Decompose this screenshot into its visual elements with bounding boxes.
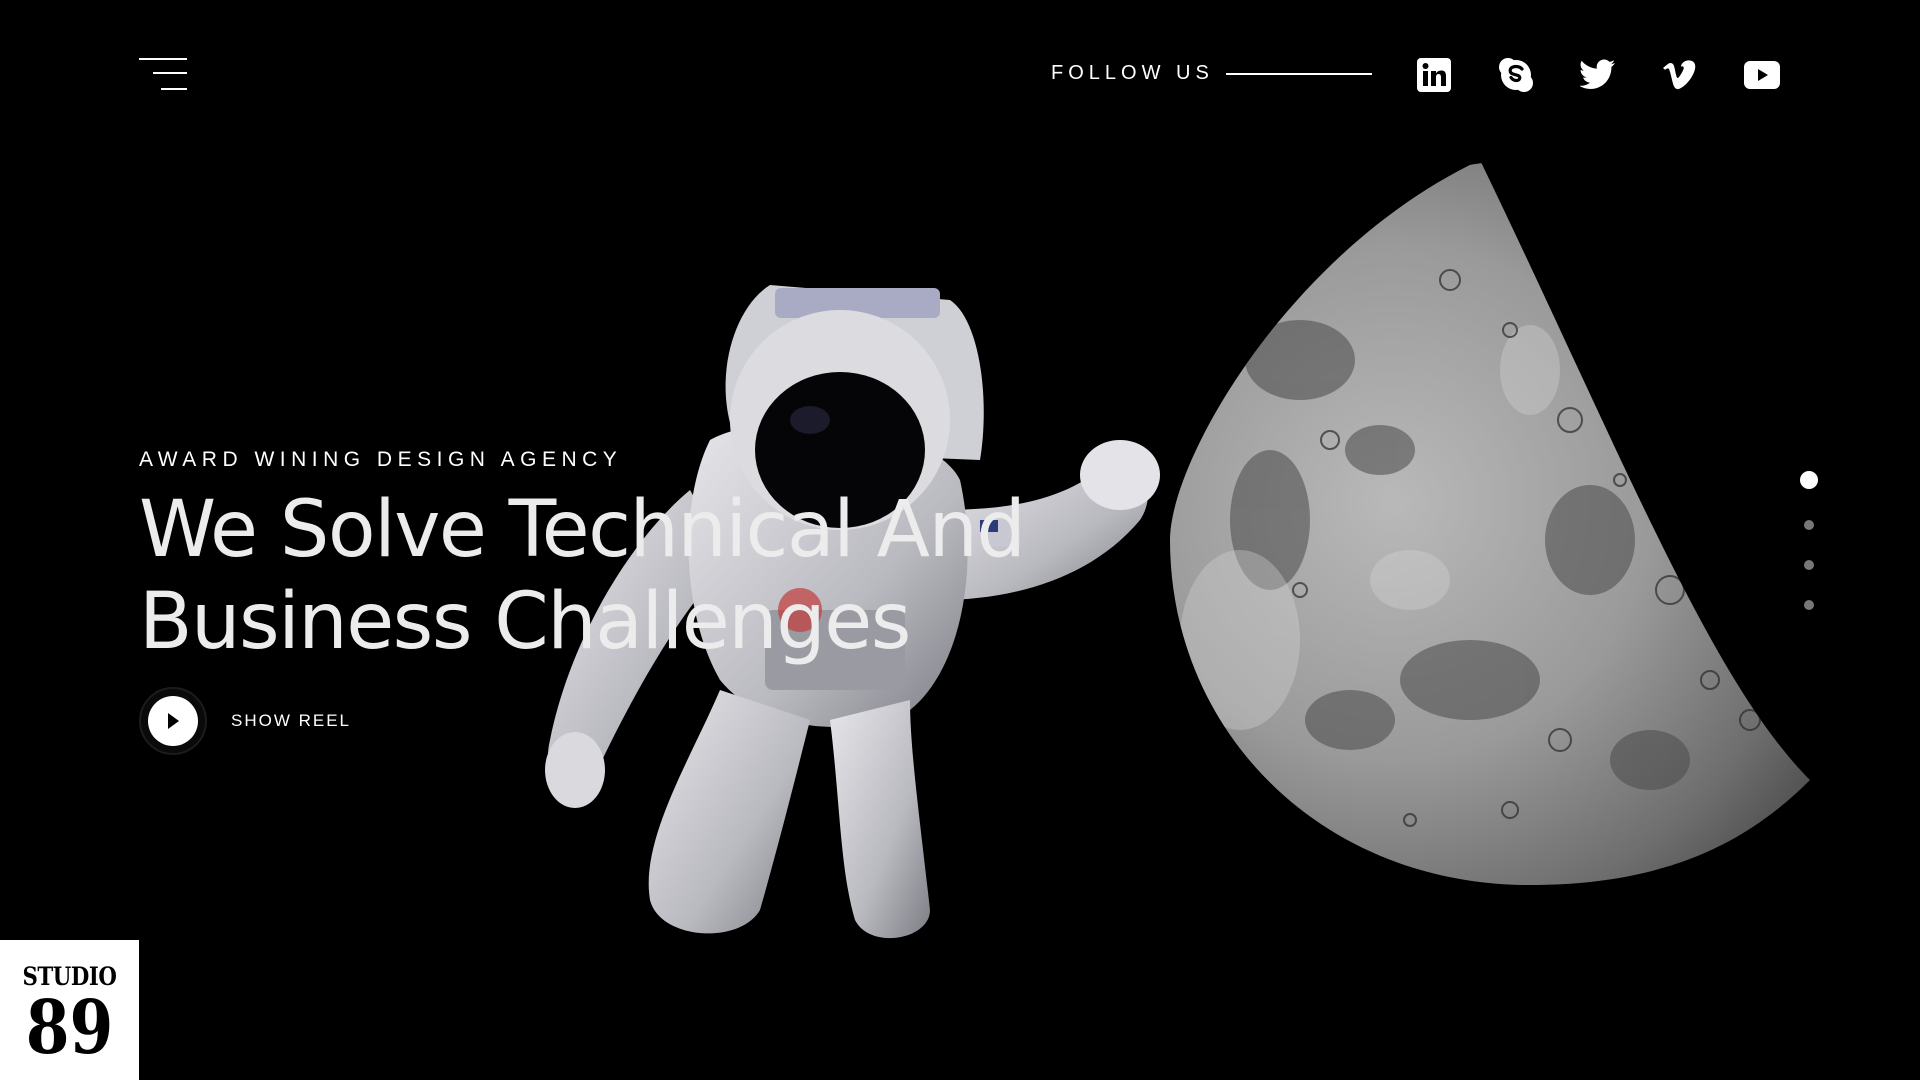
slide-dot-1[interactable]: [1800, 471, 1818, 489]
linkedin-link[interactable]: [1416, 57, 1452, 93]
youtube-link[interactable]: [1744, 57, 1780, 93]
play-icon: [168, 713, 179, 729]
logo-number: 89: [25, 985, 114, 1071]
vimeo-icon: [1663, 60, 1696, 90]
menu-button[interactable]: [139, 58, 187, 94]
slide-dot-2[interactable]: [1804, 520, 1814, 530]
show-reel-label: SHOW REEL: [231, 711, 352, 730]
skype-link[interactable]: [1498, 57, 1534, 93]
twitter-icon: [1580, 59, 1615, 89]
follow-us: FOLLOW US: [1051, 62, 1372, 85]
landing-page: FOLLOW US AWARD WINING DESIGN AGENCY We …: [0, 0, 1920, 1080]
twitter-link[interactable]: [1580, 57, 1616, 93]
moon-image: [1170, 160, 1810, 885]
follow-divider: [1225, 72, 1372, 75]
play-button[interactable]: [148, 696, 198, 746]
menu-line: [139, 58, 187, 60]
slide-dot-3[interactable]: [1804, 560, 1814, 570]
hero-headline-line-2: Business Challenges: [139, 577, 911, 667]
follow-us-label: FOLLOW US: [1051, 62, 1214, 84]
vimeo-link[interactable]: [1662, 57, 1698, 93]
hero-headline-line-1: We Solve Technical And: [139, 485, 1026, 575]
slide-dot-4[interactable]: [1804, 600, 1814, 610]
menu-line: [161, 88, 187, 90]
skype-icon: [1499, 58, 1533, 92]
studio-logo[interactable]: STUDIO 89: [0, 940, 139, 1080]
menu-line: [153, 72, 187, 74]
show-reel-button[interactable]: SHOW REEL: [139, 687, 351, 755]
hero-eyebrow: AWARD WINING DESIGN AGENCY: [139, 448, 623, 471]
youtube-icon: [1744, 61, 1780, 89]
linkedin-icon: [1417, 58, 1451, 92]
play-button-ring[interactable]: [139, 687, 207, 755]
hero-headline: We Solve Technical And Business Challeng…: [139, 484, 1026, 668]
